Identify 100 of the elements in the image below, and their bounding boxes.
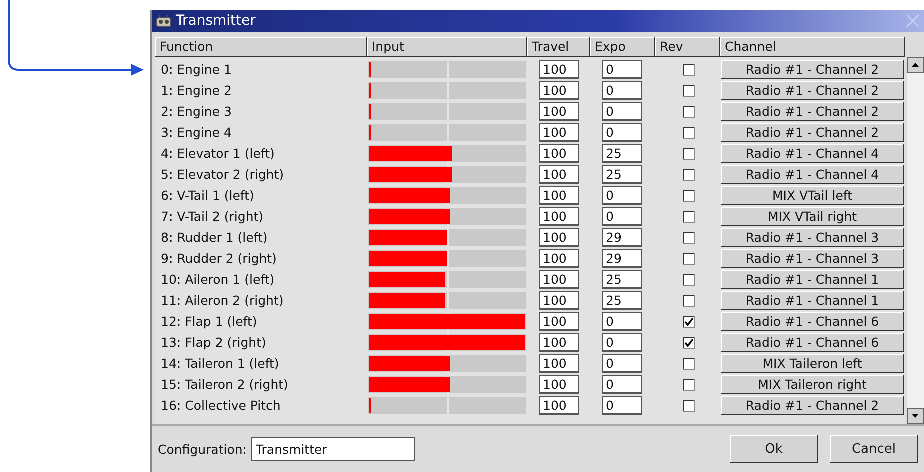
expo-field[interactable]: 25 — [602, 144, 642, 163]
channel-button[interactable]: Radio #1 - Channel 1 — [721, 270, 904, 289]
function-label: 2: Engine 3 — [160, 104, 233, 119]
column-header[interactable]: Expo — [590, 37, 655, 57]
column-header[interactable]: Input — [367, 37, 527, 57]
window-title: Transmitter — [176, 13, 257, 29]
function-label: 5: Elevator 2 (right) — [160, 167, 285, 182]
ok-button[interactable]: Ok — [730, 435, 818, 463]
function-label: 13: Flap 2 (right) — [160, 335, 268, 350]
function-label: 12: Flap 1 (left) — [160, 314, 258, 329]
scroll-up-icon[interactable] — [907, 57, 924, 73]
rev-checkbox[interactable] — [683, 294, 695, 306]
expo-field[interactable]: 0 — [602, 123, 642, 142]
travel-field[interactable]: 100 — [539, 249, 579, 268]
rev-checkbox[interactable] — [683, 84, 695, 96]
channel-button[interactable]: MIX Taileron right — [721, 375, 904, 394]
channel-button[interactable]: Radio #1 - Channel 2 — [721, 102, 904, 121]
rev-checkbox[interactable] — [683, 106, 695, 118]
configuration-label: Configuration: — [158, 442, 247, 456]
function-label: 3: Engine 4 — [160, 125, 233, 140]
expo-field[interactable]: 29 — [602, 249, 642, 268]
travel-field[interactable]: 100 — [539, 312, 579, 331]
rev-checkbox[interactable] — [683, 64, 695, 76]
travel-field[interactable]: 100 — [539, 375, 579, 394]
rev-checkbox[interactable] — [683, 358, 695, 370]
cancel-button[interactable]: Cancel — [830, 435, 918, 463]
rev-checkbox[interactable] — [683, 232, 695, 244]
channel-button[interactable]: Radio #1 - Channel 3 — [721, 228, 904, 247]
function-label: 9: Rudder 2 (right) — [160, 251, 278, 266]
expo-field[interactable]: 0 — [602, 354, 642, 373]
rev-checkbox[interactable] — [683, 400, 695, 412]
transmitter-icon — [156, 14, 172, 28]
function-label: 1: Engine 2 — [160, 83, 233, 98]
rev-checkbox[interactable] — [683, 316, 695, 328]
channel-button[interactable]: Radio #1 - Channel 2 — [721, 81, 904, 100]
expo-field[interactable]: 0 — [602, 333, 642, 352]
function-label: 6: V-Tail 1 (left) — [160, 188, 256, 203]
column-header[interactable]: Rev — [655, 37, 720, 57]
channel-button[interactable]: Radio #1 - Channel 1 — [721, 291, 904, 310]
travel-field[interactable]: 100 — [539, 270, 579, 289]
channel-button[interactable]: Radio #1 - Channel 6 — [721, 312, 904, 331]
expo-field[interactable]: 0 — [602, 312, 642, 331]
rev-checkbox[interactable] — [683, 148, 695, 160]
function-label: 14: Taileron 1 (left) — [160, 356, 280, 371]
channel-button[interactable]: Radio #1 - Channel 2 — [721, 123, 904, 142]
column-header[interactable]: Function — [155, 37, 367, 57]
rev-checkbox[interactable] — [683, 336, 695, 348]
function-label: 16: Collective Pitch — [160, 398, 282, 413]
channel-button[interactable]: MIX VTail right — [721, 207, 904, 226]
function-label: 8: Rudder 1 (left) — [160, 230, 269, 245]
scrollbar[interactable] — [907, 57, 924, 424]
expo-field[interactable]: 25 — [602, 291, 642, 310]
travel-field[interactable]: 100 — [539, 333, 579, 352]
channel-button[interactable]: Radio #1 - Channel 4 — [721, 144, 904, 163]
travel-field[interactable]: 100 — [539, 60, 579, 79]
expo-field[interactable]: 0 — [602, 396, 642, 415]
rev-checkbox[interactable] — [683, 210, 695, 222]
scroll-down-icon[interactable] — [907, 408, 924, 424]
travel-field[interactable]: 100 — [539, 291, 579, 310]
function-label: 11: Aileron 2 (right) — [160, 293, 285, 308]
expo-field[interactable]: 25 — [602, 270, 642, 289]
travel-field[interactable]: 100 — [539, 81, 579, 100]
function-label: 7: V-Tail 2 (right) — [160, 209, 265, 224]
column-header[interactable]: Channel — [720, 37, 905, 57]
travel-field[interactable]: 100 — [539, 207, 579, 226]
expo-field[interactable]: 0 — [602, 375, 642, 394]
travel-field[interactable]: 100 — [539, 123, 579, 142]
expo-field[interactable]: 0 — [602, 81, 642, 100]
channel-button[interactable]: MIX Taileron left — [721, 354, 904, 373]
rev-checkbox[interactable] — [683, 126, 695, 138]
travel-field[interactable]: 100 — [539, 165, 579, 184]
channel-button[interactable]: Radio #1 - Channel 2 — [721, 396, 904, 415]
travel-field[interactable]: 100 — [539, 102, 579, 121]
rev-checkbox[interactable] — [683, 252, 695, 264]
expo-field[interactable]: 0 — [602, 207, 642, 226]
expo-field[interactable]: 0 — [602, 186, 642, 205]
expo-field[interactable]: 29 — [602, 228, 642, 247]
rev-checkbox[interactable] — [683, 274, 695, 286]
travel-field[interactable]: 100 — [539, 144, 579, 163]
travel-field[interactable]: 100 — [539, 228, 579, 247]
function-label: 4: Elevator 1 (left) — [160, 146, 276, 161]
travel-field[interactable]: 100 — [539, 186, 579, 205]
channel-button[interactable]: Radio #1 - Channel 6 — [721, 333, 904, 352]
rev-checkbox[interactable] — [683, 168, 695, 180]
function-label: 0: Engine 1 — [160, 62, 233, 77]
channel-button[interactable]: Radio #1 - Channel 4 — [721, 165, 904, 184]
expo-field[interactable]: 0 — [602, 60, 642, 79]
function-label: 15: Taileron 2 (right) — [160, 377, 290, 392]
expo-field[interactable]: 25 — [602, 165, 642, 184]
travel-field[interactable]: 100 — [539, 396, 579, 415]
travel-field[interactable]: 100 — [539, 354, 579, 373]
expo-field[interactable]: 0 — [602, 102, 642, 121]
channel-button[interactable]: MIX VTail left — [721, 186, 904, 205]
column-header[interactable]: Travel — [527, 37, 590, 57]
configuration-field[interactable]: Transmitter — [250, 437, 415, 461]
function-label: 10: Aileron 1 (left) — [160, 272, 276, 287]
channel-button[interactable]: Radio #1 - Channel 3 — [721, 249, 904, 268]
channel-button[interactable]: Radio #1 - Channel 2 — [721, 60, 904, 79]
rev-checkbox[interactable] — [683, 378, 695, 390]
rev-checkbox[interactable] — [683, 190, 695, 202]
